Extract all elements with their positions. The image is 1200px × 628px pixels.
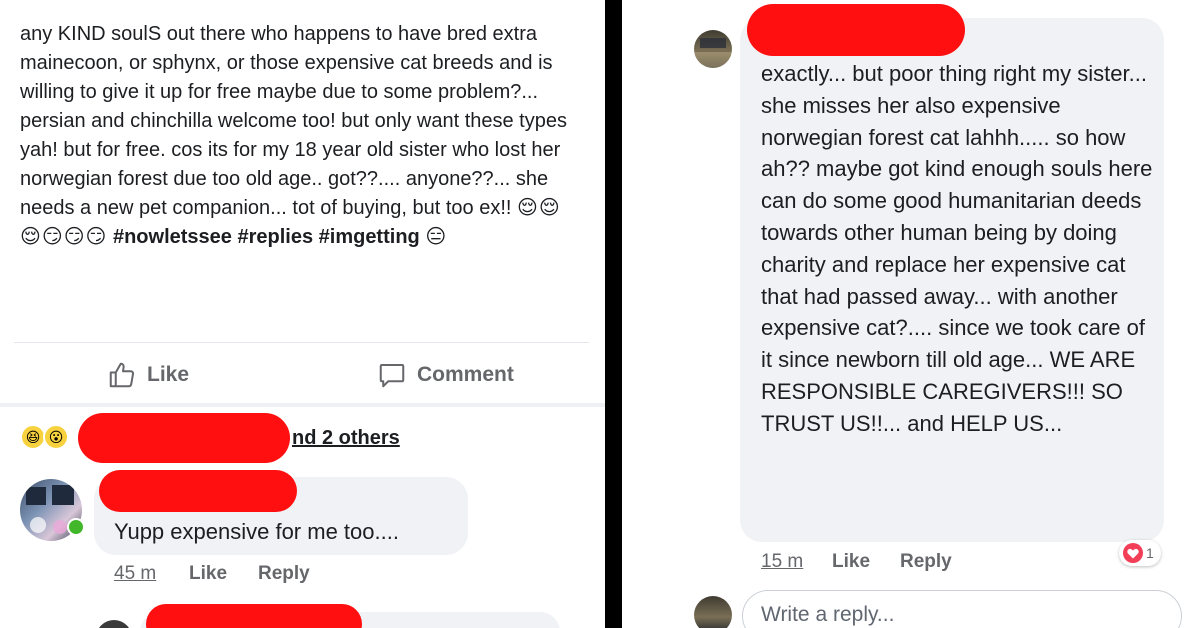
divider [14,342,589,343]
post-text: any KIND soulS out there who happens to … [20,23,567,219]
comment-timestamp[interactable]: 45 m [114,563,156,585]
online-status-indicator [67,518,85,536]
speech-bubble-icon [377,360,407,390]
comment-text: Yupp expensive for me too.... [114,519,399,544]
redacted-commenter-name [747,4,965,56]
left-screenshot-panel: any KIND soulS out there who happens to … [0,0,605,628]
commenter-avatar[interactable] [694,30,732,68]
redacted-names [78,413,290,463]
comment-timestamp[interactable]: 15 m [761,551,803,573]
wow-reaction-icon: 😮 [43,424,69,450]
redacted-next-commenter-name [146,604,362,628]
reaction-icons[interactable]: 😆 😮 [20,424,69,450]
comment-reply-link[interactable]: Reply [258,563,310,585]
thumbs-up-icon [107,360,137,390]
next-commenter-avatar[interactable] [96,620,132,628]
reply-input[interactable]: Write a reply... [742,590,1182,628]
section-separator [0,403,605,407]
reaction-count: 1 [1146,545,1154,561]
current-user-avatar[interactable] [694,596,732,628]
comment-like-link[interactable]: Like [189,563,227,585]
right-screenshot-panel: exactly... but poor thing right my siste… [622,0,1200,628]
reply-placeholder: Write a reply... [761,603,895,626]
heart-icon [1123,543,1143,563]
post-hashtags[interactable]: #nowletssee #replies #imgetting [113,226,420,248]
reactions-others-link[interactable]: nd 2 others [292,427,400,450]
like-button[interactable]: Like [107,358,189,392]
post-end-emoji: 😑 [425,226,447,248]
comment-text: exactly... but poor thing right my siste… [761,61,1153,436]
like-label: Like [147,363,190,386]
redacted-commenter-name [99,470,297,512]
reaction-badge[interactable]: 1 [1119,540,1161,566]
comment-label: Comment [417,363,514,386]
post-body: any KIND soulS out there who happens to … [20,20,580,252]
comment-button[interactable]: Comment [377,358,514,392]
comment-reply-link[interactable]: Reply [900,551,952,573]
comment-like-link[interactable]: Like [832,551,870,573]
